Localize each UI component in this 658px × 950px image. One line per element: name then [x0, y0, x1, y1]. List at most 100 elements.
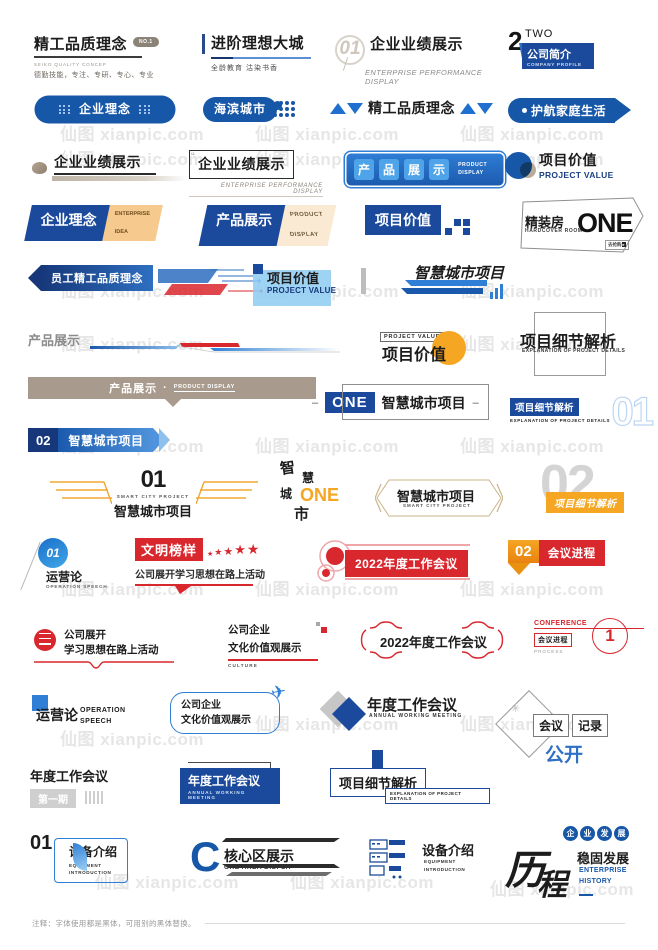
header-item-performance-boxed[interactable]: “ 企业业绩展示 ENTERPRISE PERFORMANCE DISPLAY	[189, 150, 334, 197]
title-box: 设备介绍 EQUIPMENTINTRODUCTION	[54, 838, 129, 883]
header-item-equipment-intro-01[interactable]: 01 设备介绍 EQUIPMENTINTRODUCTION	[30, 832, 170, 888]
header-item-smart-city-calligraphy[interactable]: 智 慧 城 ONE 市	[279, 455, 360, 525]
chevron-lines-left-decor	[50, 481, 112, 505]
pill-body: 护航家庭生活	[508, 98, 616, 123]
header-item-product-display-skew[interactable]: 产品展示 PRODUCT DISPLAY	[198, 205, 337, 246]
header-item-project-details-frame[interactable]: 项目细节解析 EXPLANATION OF PROJECT DETAILS	[520, 312, 650, 378]
design-asset-sheet: 仙图 xianpic.com 仙图 xianpic.com 仙图 xianpic…	[0, 0, 658, 950]
header-item-operation-speech-square[interactable]: 运营论 OPERATION SPEECH	[32, 695, 162, 737]
cal-char-2: 慧	[302, 471, 315, 485]
subtitle-en: PRODUCT DISPLAY	[458, 161, 488, 176]
banner-product-display-taupe[interactable]: 产品展示 · PRODUCT DISPLAY	[28, 377, 318, 407]
big-number-01: 01	[611, 389, 655, 434]
header-item-project-value-circles[interactable]: 项目价值 PROJECT VALUE	[505, 150, 645, 190]
header-item-employee-quality-arrow[interactable]: 员工精工品质理念	[28, 265, 268, 299]
header-item-performance-stone[interactable]: 企业业绩展示	[32, 152, 192, 192]
number-en-two: TWO	[525, 28, 554, 40]
title-text: 精工品质理念 NO.1	[34, 33, 184, 54]
cal-char-1: 智	[279, 460, 297, 478]
banner-band: 产品展示 · PRODUCT DISPLAY	[28, 377, 316, 399]
header-item-culture-value[interactable]: 公司企业 文化价值观展示 CULTURE	[228, 622, 338, 672]
header-item-meeting-progress-02[interactable]: 02 会议进程	[508, 540, 605, 575]
header-item-annual-meeting-boxed[interactable]: 年度工作会议 ANNUAL WORKING MEETING	[180, 762, 280, 810]
header-item-operation-speech-01[interactable]: 01 运营论 OPERATION SPEECH	[20, 538, 142, 600]
title-text: 公司简介	[527, 49, 571, 61]
header-item-annual-meeting-diamond[interactable]: 年度工作会议 ANNUAL WORKING MEETING	[319, 690, 495, 736]
title-text: 企业业绩展示	[54, 154, 141, 170]
pill-body: 产 品 展 示 PRODUCT DISPLAY	[345, 152, 505, 187]
divider-rule	[228, 659, 318, 661]
header-item-2022-meeting-braces[interactable]: 2022年度工作会议	[358, 620, 514, 666]
char-3: 展	[404, 159, 425, 180]
header-item-culture-bubble[interactable]: ✈ 公司企业 文化价值观展示	[170, 681, 288, 734]
header-item-equipment-intro-server[interactable]: 设备介绍 EQUIPMENT INTRODUCTION	[368, 838, 508, 886]
header-item-company-profile[interactable]: 2 TWO 公司简介 COMPANY PROFILE	[508, 26, 618, 76]
number-01: 01	[335, 35, 365, 65]
header-item-smart-city-02[interactable]: 02 智慧城市项目	[28, 428, 171, 452]
number-circle-1: 1	[592, 618, 628, 654]
header-item-project-details-boxed[interactable]: 项目细节解析 EXPLANATION OF PROJECT DETAILS	[330, 750, 490, 810]
header-item-product-display-line[interactable]: 产品展示	[28, 330, 348, 354]
header-item-2022-annual-meeting-rings[interactable]: 2022年度工作会议	[315, 540, 485, 588]
header-item-smart-city-swoosh[interactable]: 智慧城市项目	[401, 262, 572, 306]
pill-seiko-quality-triangles[interactable]: 精工品质理念	[330, 98, 500, 118]
chevron-icon	[159, 428, 171, 452]
title-text: 会议进程	[538, 540, 605, 566]
header-item-core-area-display[interactable]: C 核心区展示 ORE AREA DISPLA	[190, 833, 340, 884]
header-item-project-value-block[interactable]: 项目价值 PROJECT VALUE	[253, 264, 373, 308]
header-item-conference-process-1[interactable]: CONFERENCE 会议进程 PROCESS 1	[534, 618, 644, 670]
subtitle-en: ORE AREA DISPLA	[224, 864, 291, 871]
header-item-meeting-record-open[interactable]: ✳ 会议 记录 公开	[495, 690, 645, 770]
header-item-enterprise-performance[interactable]: 01 企业业绩展示 ENTERPRISE PERFORMANCE DISPLAY	[335, 33, 495, 86]
subtitle-en: OPERATION SPEECH	[46, 584, 108, 589]
mosaic-decor	[445, 219, 470, 235]
char-2: 品	[379, 159, 400, 180]
header-item-civilized-model[interactable]: 文明榜样 ★ ★ ★ ★ ★ 公司展开学习思想在路上活动	[135, 538, 285, 594]
chevron-lines-right-decor	[196, 481, 258, 505]
title-panel: 项目价值	[365, 205, 441, 235]
dot-grid-icon	[273, 101, 296, 118]
header-item-project-details-01[interactable]: 01 项目细节解析 EXPLANATION OF PROJECT DETAILS	[510, 389, 655, 438]
pill-body: 海滨城市	[203, 97, 278, 122]
title-line-2: 文化价值观展示	[228, 642, 302, 654]
header-item-company-learning[interactable]: 公司展开 学习思想在路上活动	[34, 625, 184, 673]
header-item-enterprise-idea-skew[interactable]: 企业理念 ENTERPRISE IDEA	[24, 205, 164, 242]
sparkle-icon: ✳	[511, 703, 521, 715]
header-item-product-display-rounded[interactable]: 产 品 展 示 PRODUCT DISPLAY	[345, 152, 505, 187]
header-item-annual-meeting-phase1[interactable]: 年度工作会议 第一期	[30, 766, 160, 808]
pill-enterprise-idea[interactable]: 企业理念	[36, 97, 174, 122]
curly-rule-decor	[34, 661, 174, 669]
star-rating-icon: ★ ★ ★ ★ ★	[207, 541, 260, 558]
triangle-down-icon	[477, 102, 493, 114]
header-item-one-smart-city[interactable]: – ONE 智慧城市项目 –	[312, 384, 489, 420]
title-text: 企业理念	[40, 212, 97, 228]
watermark: 仙图 xianpic.com	[460, 125, 604, 144]
pill-seaside-city[interactable]: 海滨城市	[203, 97, 333, 122]
frame-decor	[342, 384, 489, 420]
header-item-hardcover-one[interactable]: 精装房 HARDCOVER ROOM ONE 去抢购▸	[515, 196, 653, 258]
subtitle-en: ENTERPRISE PERFORMANCE DISPLAY	[220, 183, 323, 195]
header-item-smart-city-hexagon[interactable]: 智慧城市项目 SMART CITY PROJECT	[375, 478, 509, 522]
header-item-smart-city-01-chevrons[interactable]: 01 SMART CITY PROJECT 智慧城市项目	[28, 466, 278, 519]
letter-c: C	[190, 833, 221, 880]
subtitle-en: ANNUAL WORKING MEETING	[369, 713, 463, 719]
subtitle-en: EXPLANATION OF PROJECT DETAILS	[522, 348, 626, 354]
pointer-triangle-icon	[508, 563, 530, 575]
header-item-ideal-city[interactable]: 进阶理想大城 全龄教育 沽染书香	[202, 32, 341, 73]
pill-family-life[interactable]: 护航家庭生活	[508, 98, 632, 123]
cta-tag: 去抢购▸	[605, 240, 629, 250]
header-item-project-value-circle[interactable]: PROJECT VALUE 项目价值	[380, 325, 490, 369]
title-text: 文明榜样	[135, 538, 204, 561]
title-text: 年度工作会议	[367, 697, 458, 714]
title-text: 项目细节解析	[546, 492, 625, 513]
vertical-bar-decor	[361, 268, 366, 294]
title-text: 企业业绩展示	[370, 36, 464, 53]
separator-dot: ·	[163, 382, 168, 394]
header-item-project-details-02[interactable]: 02 项目细节解析	[540, 455, 650, 522]
title-text: 年度工作会议	[30, 769, 109, 784]
header-item-seiko-quality[interactable]: 精工品质理念 NO.1 SEIKO QUALITY CONCEP 德勤技能，专注、…	[34, 33, 184, 80]
header-item-project-value-mosaic[interactable]: 项目价值	[365, 205, 470, 235]
header-item-enterprise-history[interactable]: 历 程 企业发展 稳固发展 ENTERPRISE HISTORY	[505, 824, 655, 902]
number-02: 02	[28, 428, 59, 452]
title-text: 项目价值	[375, 212, 431, 228]
